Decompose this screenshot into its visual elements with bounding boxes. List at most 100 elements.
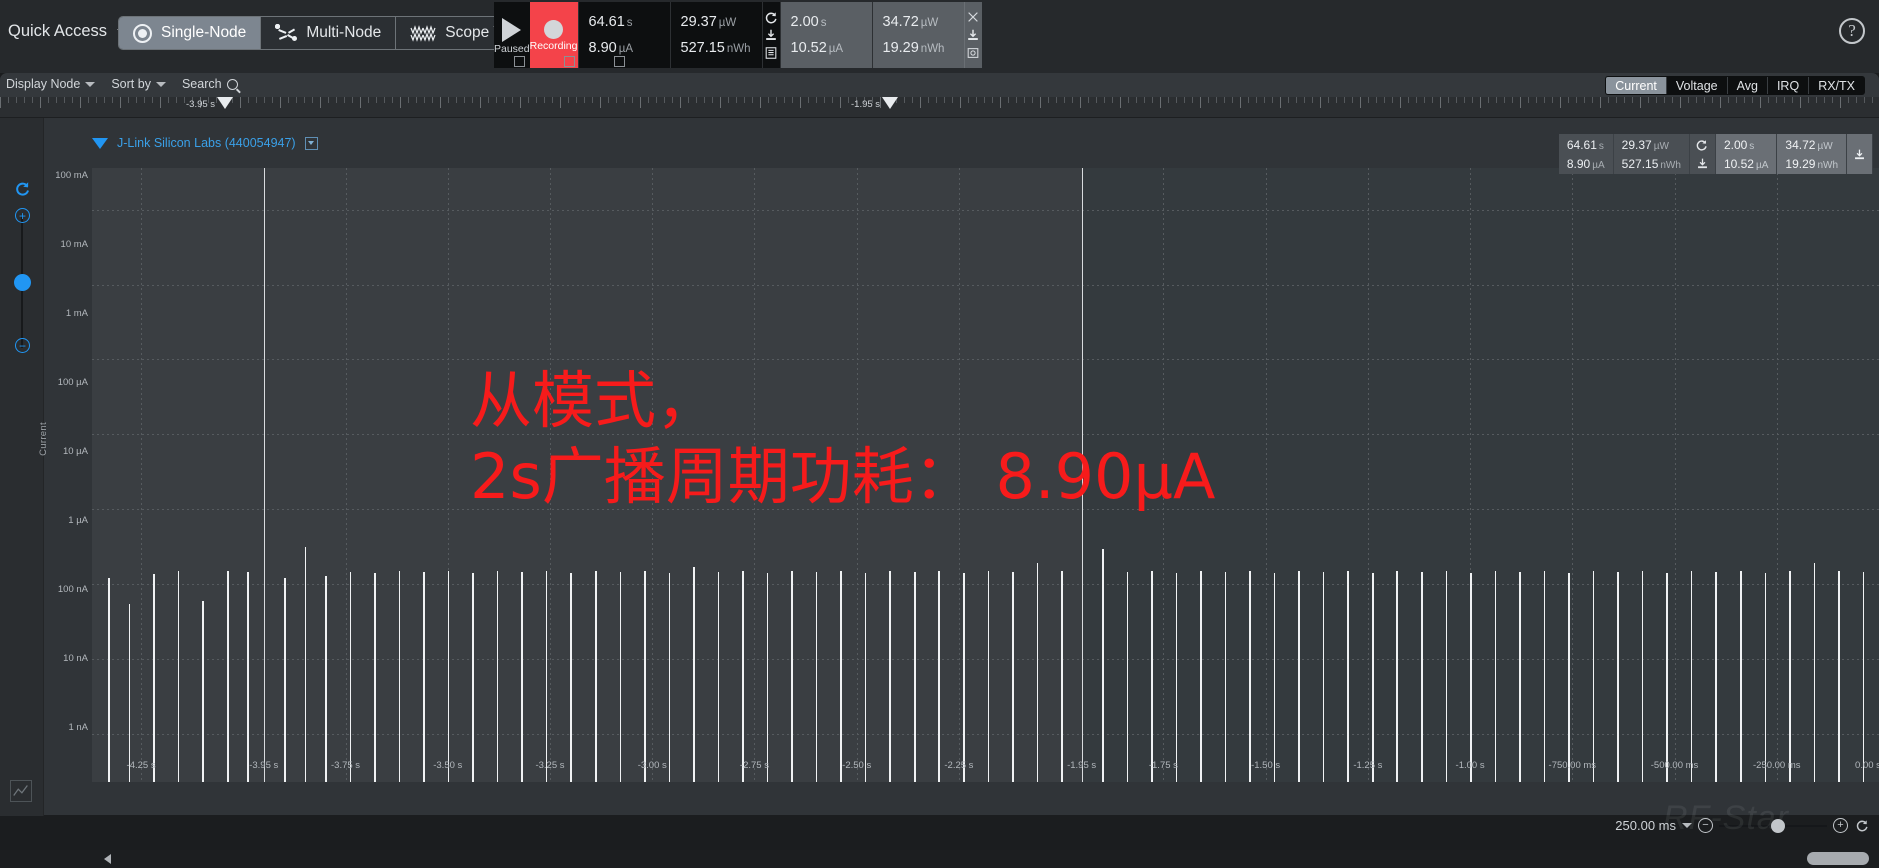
grid-line-horizontal <box>92 284 1879 286</box>
ruler-marker-right[interactable]: -1.95 s <box>851 97 899 110</box>
zoom-out-icon[interactable]: − <box>1698 818 1713 833</box>
download-icon[interactable] <box>1851 147 1868 162</box>
data-spike <box>521 572 523 782</box>
trigger-rising-button[interactable] <box>494 54 544 68</box>
reset-icon[interactable] <box>763 10 780 25</box>
collapse-triangle-icon[interactable] <box>92 137 108 149</box>
info-sel-energy: 19.29 nWh <box>1785 157 1838 171</box>
data-spike <box>1739 570 1742 782</box>
data-spike <box>447 570 450 782</box>
zoom-slider-track[interactable] <box>1719 818 1827 833</box>
trigger-falling-button[interactable] <box>594 54 644 68</box>
data-spike <box>1012 572 1014 782</box>
ruler-marker-left[interactable]: -3.95 s <box>186 97 234 110</box>
cursor-line-left[interactable] <box>263 168 266 782</box>
device-legend[interactable]: J-Link Silicon Labs (440054947) <box>92 136 318 150</box>
device-options-icon[interactable] <box>304 136 318 150</box>
data-spike <box>1715 572 1718 782</box>
y-axis-tick: 1 nA <box>68 722 88 734</box>
zoom-in-icon[interactable]: + <box>15 208 30 223</box>
display-node-dropdown[interactable]: Display Node <box>6 77 96 91</box>
search-label: Search <box>181 77 222 91</box>
mode-multi-node[interactable]: Multi-Node <box>261 17 397 49</box>
info-current: 8.90 µA <box>1567 157 1605 171</box>
x-axis-tick: -3.50 s <box>433 760 463 771</box>
data-spike <box>1322 572 1325 782</box>
zoom-out-icon[interactable]: − <box>15 338 30 353</box>
y-axis-ticks: 100 mA 10 mA 1 mA 100 µA 10 µA 1 µA 100 nA 10 n… <box>44 118 92 816</box>
data-spike <box>153 574 155 782</box>
reset-icon[interactable] <box>1854 818 1871 833</box>
y-axis-tick: 100 mA <box>55 170 88 182</box>
y-axis-tick: 10 µA <box>62 446 88 458</box>
selection-energy-value: 19.29 <box>882 40 919 56</box>
trigger-rising-2-button[interactable] <box>544 54 594 68</box>
tab-current[interactable]: Current <box>1606 77 1667 94</box>
single-node-icon <box>133 23 152 43</box>
data-spike <box>791 570 793 782</box>
info-power-energy: 29.37 µW 527.15 nWh <box>1614 134 1690 174</box>
cursor-line-right[interactable] <box>1081 168 1084 782</box>
info-energy-value: 527.15 <box>1621 156 1659 171</box>
download-icon[interactable] <box>763 28 780 43</box>
marker-triangle-icon <box>217 97 234 109</box>
info-time-unit: s <box>1598 140 1604 152</box>
info-sel-actions <box>1847 134 1873 174</box>
device-label: J-Link Silicon Labs (440054947) <box>117 136 296 150</box>
slider-knob[interactable] <box>14 274 31 291</box>
timeline-ruler[interactable]: -3.95 s -1.95 s <box>0 97 1879 117</box>
reset-icon[interactable] <box>14 180 32 198</box>
data-spike <box>1347 570 1349 782</box>
download-icon[interactable] <box>965 28 982 43</box>
info-energy-unit: nWh <box>1660 159 1681 171</box>
data-spike <box>472 573 474 782</box>
scroll-left-icon[interactable] <box>104 854 111 864</box>
readout-power-unit: µW <box>718 17 737 29</box>
search-control[interactable]: Search <box>182 77 238 91</box>
multi-node-icon <box>275 24 298 42</box>
info-sel-power-energy: 34.72 µW 19.29 nWh <box>1777 134 1847 174</box>
data-spike <box>938 570 941 782</box>
grid-line-horizontal <box>92 359 1879 361</box>
data-spike <box>1126 572 1129 782</box>
tab-irq[interactable]: IRQ <box>1768 77 1810 94</box>
data-spike <box>963 573 965 782</box>
zoom-slider-knob[interactable] <box>1771 818 1785 833</box>
target-icon[interactable] <box>965 46 982 61</box>
data-spike <box>889 570 891 782</box>
marker-triangle-icon <box>882 97 899 109</box>
x-axis-tick: -3.25 s <box>535 760 565 771</box>
mode-single-node[interactable]: Single-Node <box>119 17 262 49</box>
quick-access-menu[interactable]: Quick Access <box>8 22 130 41</box>
tab-avg[interactable]: Avg <box>1728 77 1768 94</box>
list-icon[interactable] <box>763 46 780 61</box>
vertical-zoom-slider[interactable]: + − <box>10 182 34 370</box>
data-spike <box>496 570 499 782</box>
plot-canvas[interactable] <box>92 168 1879 782</box>
reset-icon[interactable] <box>1694 138 1711 153</box>
zoom-in-icon[interactable]: + <box>1833 818 1848 833</box>
info-current-unit: µA <box>1592 159 1605 171</box>
close-icon[interactable] <box>965 10 982 25</box>
live-actions <box>761 2 780 68</box>
data-spike <box>1298 570 1300 782</box>
grid-line-vertical <box>1367 168 1369 782</box>
grid-line-vertical <box>1572 168 1574 782</box>
tab-rxtx[interactable]: RX/TX <box>1809 77 1864 94</box>
tab-voltage[interactable]: Voltage <box>1667 77 1728 94</box>
info-time-value: 64.61 <box>1566 137 1597 152</box>
info-sel-time: 2.00 s <box>1724 138 1768 152</box>
info-time: 64.61 s <box>1567 138 1605 152</box>
sort-by-dropdown[interactable]: Sort by <box>111 77 166 91</box>
scrollbar-thumb[interactable] <box>1807 852 1869 865</box>
download-icon[interactable] <box>1694 156 1711 171</box>
help-button[interactable]: ? <box>1839 18 1865 44</box>
time-window-value: 250.00 ms <box>1615 818 1676 833</box>
x-axis-tick: -1.50 s <box>1251 760 1281 771</box>
y-axis-tick: 10 nA <box>63 653 88 665</box>
data-spike <box>1224 572 1227 782</box>
chevron-down-icon[interactable] <box>1682 823 1692 828</box>
data-spike <box>987 570 990 782</box>
y-axis-tick: 1 mA <box>65 308 88 320</box>
horizontal-scrollbar[interactable] <box>0 850 1879 868</box>
